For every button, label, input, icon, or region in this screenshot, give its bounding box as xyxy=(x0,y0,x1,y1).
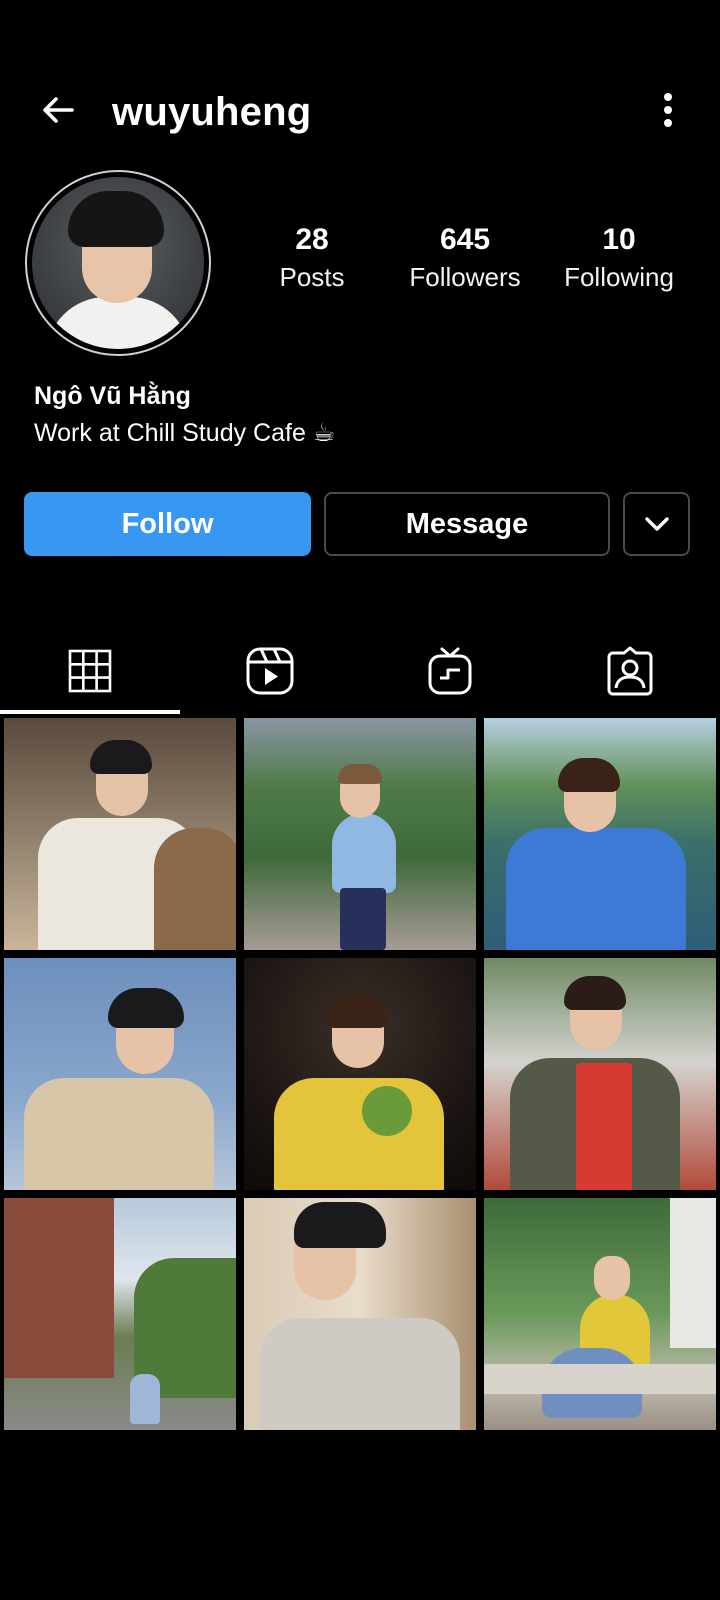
follow-button[interactable]: Follow xyxy=(24,492,311,556)
tab-posts-grid[interactable] xyxy=(0,630,180,716)
followers-count[interactable]: 645 Followers xyxy=(385,222,545,296)
top-bar: wuyuheng xyxy=(0,70,720,154)
more-vertical-icon xyxy=(662,92,674,133)
post-thumbnail[interactable] xyxy=(4,958,236,1190)
post-thumbnail[interactable] xyxy=(4,718,236,950)
post-thumbnail[interactable] xyxy=(484,958,716,1190)
tab-tagged[interactable] xyxy=(540,630,720,716)
followers-value: 645 xyxy=(439,223,491,256)
tab-reels[interactable] xyxy=(180,630,360,716)
active-tab-indicator xyxy=(0,710,180,714)
avatar-image xyxy=(32,177,204,349)
post-thumbnail[interactable] xyxy=(484,1198,716,1430)
back-button[interactable] xyxy=(34,88,82,136)
profile-tabs xyxy=(0,630,720,716)
tagged-user-icon xyxy=(607,646,653,701)
profile-avatar[interactable] xyxy=(25,170,211,356)
profile-username: wuyuheng xyxy=(112,90,312,134)
reels-icon xyxy=(245,646,295,701)
chevron-down-icon xyxy=(643,508,671,541)
igtv-icon xyxy=(427,646,473,701)
arrow-left-icon xyxy=(38,90,78,135)
post-thumbnail[interactable] xyxy=(484,718,716,950)
posts-label: Posts xyxy=(279,262,345,292)
posts-value: 28 xyxy=(295,223,329,256)
posts-count[interactable]: 28 Posts xyxy=(232,222,392,296)
following-label: Following xyxy=(564,262,674,292)
following-value: 10 xyxy=(602,223,636,256)
bio-text: Work at Chill Study Cafe ☕ xyxy=(34,419,336,447)
grid-icon xyxy=(68,649,112,698)
tab-igtv[interactable] xyxy=(360,630,540,716)
following-count[interactable]: 10 Following xyxy=(539,222,699,296)
suggested-accounts-button[interactable] xyxy=(623,492,690,556)
post-thumbnail[interactable] xyxy=(4,1198,236,1430)
post-thumbnail[interactable] xyxy=(244,958,476,1190)
post-thumbnail[interactable] xyxy=(244,718,476,950)
post-thumbnail[interactable] xyxy=(244,1198,476,1430)
followers-label: Followers xyxy=(409,262,521,292)
more-options-button[interactable] xyxy=(644,88,692,136)
message-button[interactable]: Message xyxy=(324,492,610,556)
display-name: Ngô Vũ Hằng xyxy=(34,382,191,410)
